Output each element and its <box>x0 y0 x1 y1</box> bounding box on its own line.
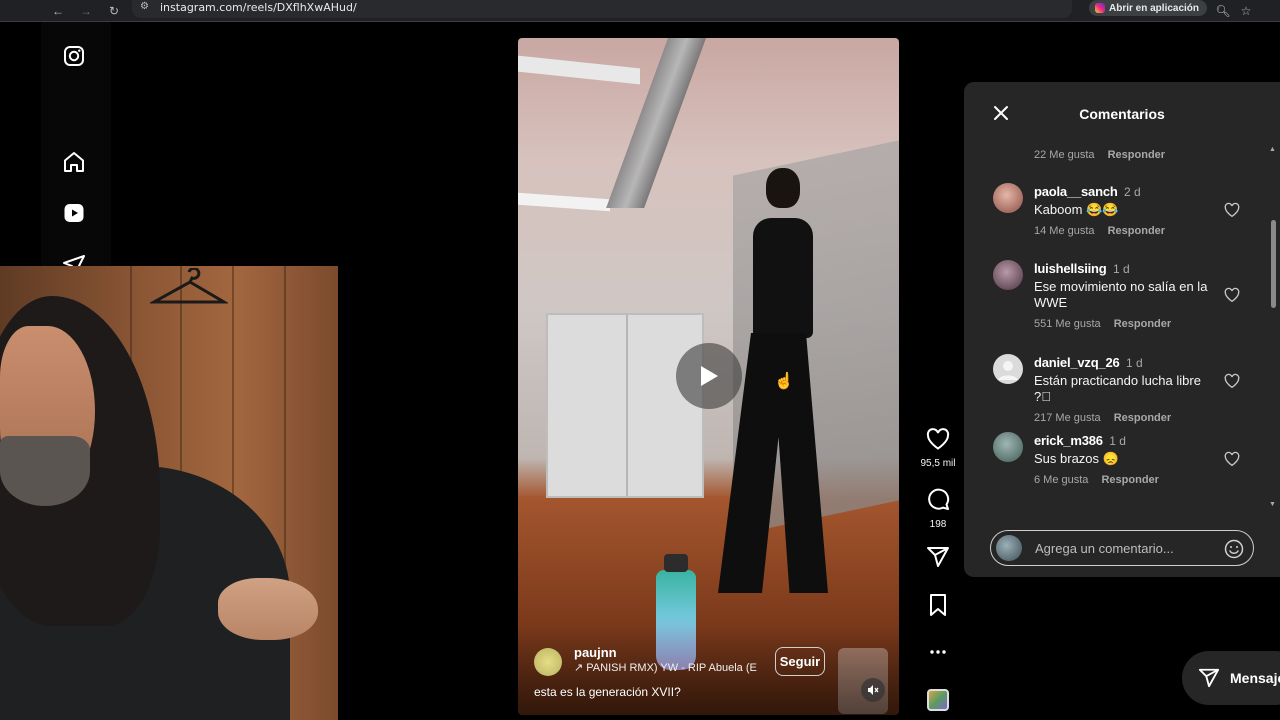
reply-button[interactable]: Responder <box>1114 318 1171 330</box>
comment-time: 1 d <box>1112 262 1130 276</box>
site-settings-icon[interactable]: ⚙ <box>140 1 149 12</box>
address-bar[interactable]: ⚙ instagram.com/reels/DXflhXwAHud/ <box>132 0 1072 18</box>
comment-meta: 217 Me gusta Responder <box>1034 412 1219 424</box>
comments-panel: Comentarios 22 Me gusta Responder paola_… <box>964 82 1280 577</box>
more-dots-icon[interactable] <box>926 640 950 664</box>
author-avatar[interactable] <box>534 648 562 676</box>
current-user-avatar <box>996 535 1022 561</box>
ceiling-duct <box>606 38 706 208</box>
person-beard <box>0 436 90 506</box>
emoji-icon[interactable] <box>1224 539 1244 559</box>
reply-button[interactable]: Responder <box>1108 225 1165 237</box>
speaker-muted-icon <box>868 685 879 695</box>
like-action[interactable]: 95,5 mil <box>916 428 960 469</box>
reply-button[interactable]: Responder <box>1114 412 1171 424</box>
commenter-avatar[interactable] <box>993 260 1023 290</box>
open-in-app-button[interactable]: Abrir en aplicación <box>1089 0 1208 16</box>
scrollbar-thumb[interactable] <box>1271 220 1276 308</box>
more-options[interactable] <box>916 640 960 669</box>
door <box>546 313 704 498</box>
comment-like-count[interactable]: 551 Me gusta <box>1034 318 1101 330</box>
comment-input-placeholder: Agrega un comentario... <box>1035 541 1174 556</box>
comment-heart-icon[interactable] <box>1224 451 1240 467</box>
messages-label: Mensajes <box>1230 670 1280 686</box>
comment-action[interactable]: 198 <box>916 487 960 530</box>
comment-input[interactable]: Agrega un comentario... <box>990 530 1254 566</box>
direct-message-icon <box>1198 668 1220 688</box>
person-hand <box>218 578 318 640</box>
messages-button[interactable]: Mensajes <box>1182 651 1280 705</box>
back-icon[interactable]: ← <box>50 3 66 19</box>
comment-like-count[interactable]: 217 Me gusta <box>1034 412 1101 424</box>
reel-caption: esta es la generación XVII? <box>534 685 681 699</box>
commenter-username[interactable]: daniel_vzq_26 <box>1034 355 1120 370</box>
default-avatar-icon <box>998 361 1018 380</box>
url-text: instagram.com/reels/DXflhXwAHud/ <box>160 1 357 14</box>
audio-thumbnail[interactable] <box>927 689 949 711</box>
commenter-username[interactable]: paola__sanch <box>1034 184 1118 199</box>
comment-icon[interactable] <box>926 487 950 511</box>
save-action[interactable] <box>916 593 960 622</box>
comment-like-count[interactable]: 6 Me gusta <box>1034 474 1088 486</box>
play-button[interactable] <box>676 343 742 409</box>
reload-icon[interactable]: ↻ <box>106 3 122 19</box>
comment-meta: 14 Me gusta Responder <box>1034 225 1219 237</box>
zoom-icon[interactable]: 🔍︎ <box>1215 3 1231 19</box>
commenter-avatar[interactable] <box>993 183 1023 213</box>
comment-text: Kaboom 😂😂 <box>1034 202 1119 217</box>
bookmark-star-icon[interactable]: ☆ <box>1238 3 1254 19</box>
comment-text: Sus brazos 😞 <box>1034 451 1119 466</box>
commenter-username[interactable]: erick_m386 <box>1034 433 1103 448</box>
commenter-avatar[interactable] <box>993 354 1023 384</box>
ceiling-light <box>518 192 610 212</box>
comment-heart-icon[interactable] <box>1224 287 1240 303</box>
screen: ← → ↻ ⚙ instagram.com/reels/DXflhXwAHud/… <box>0 0 1280 720</box>
comment-text: Ese movimiento no salía en la WWE <box>1034 279 1208 310</box>
scroll-up-arrow-icon[interactable]: ▲ <box>1269 146 1276 153</box>
comment-heart-icon[interactable] <box>1224 373 1240 389</box>
comment-meta: 6 Me gusta Responder <box>1034 474 1219 486</box>
comment-text: Están practicando lucha libre ?⃞ <box>1034 373 1201 404</box>
home-icon[interactable] <box>62 150 86 174</box>
comment-meta: 22 Me gusta Responder <box>1034 149 1175 161</box>
scroll-down-arrow-icon[interactable]: ▼ <box>1269 501 1276 508</box>
reel-video[interactable]: ☝ paujnn ↗ PANISH RMX) YW - RIP Abuela (… <box>518 38 899 715</box>
reply-button[interactable]: Responder <box>1101 474 1158 486</box>
follow-button[interactable]: Seguir <box>775 647 825 676</box>
reply-button[interactable]: Responder <box>1108 149 1165 161</box>
audio-track[interactable]: ↗ PANISH RMX) YW - RIP Abuela (E <box>574 661 760 674</box>
share-action[interactable] <box>916 545 960 574</box>
comment-meta: 551 Me gusta Responder <box>1034 318 1219 330</box>
mute-button[interactable] <box>861 678 885 702</box>
forward-icon[interactable]: → <box>78 3 94 19</box>
instagram-logo-icon[interactable] <box>62 44 86 68</box>
coat-hanger <box>150 268 228 304</box>
hand-cursor-icon: ☝ <box>774 373 794 390</box>
browser-toolbar: ← → ↻ ⚙ instagram.com/reels/DXflhXwAHud/… <box>0 0 1280 22</box>
commenter-username[interactable]: luishellsiing <box>1034 261 1107 276</box>
comment-count: 198 <box>929 519 947 530</box>
heart-icon[interactable] <box>926 428 950 450</box>
reels-icon[interactable] <box>62 201 86 225</box>
play-icon <box>701 366 718 386</box>
commenter-avatar[interactable] <box>993 432 1023 462</box>
comment-heart-icon[interactable] <box>1224 202 1240 218</box>
comments-scrollbar[interactable]: ▲ ▼ <box>1269 146 1277 508</box>
like-count: 95,5 mil <box>920 458 956 469</box>
open-in-app-label: Abrir en aplicación <box>1109 2 1200 14</box>
comment-time: 1 d <box>1109 434 1126 448</box>
share-icon[interactable] <box>926 545 950 569</box>
comment-time: 2 d <box>1124 185 1141 199</box>
webcam-overlay <box>0 266 338 720</box>
ceiling-light <box>518 55 640 85</box>
comment-time: 1 d <box>1126 356 1143 370</box>
comments-title: Comentarios <box>1079 106 1165 122</box>
instagram-small-icon <box>1095 3 1105 13</box>
comment-like-count[interactable]: 14 Me gusta <box>1034 225 1095 237</box>
author-username[interactable]: paujnn <box>574 645 617 660</box>
comment-like-count[interactable]: 22 Me gusta <box>1034 149 1095 161</box>
bookmark-icon[interactable] <box>927 593 949 617</box>
